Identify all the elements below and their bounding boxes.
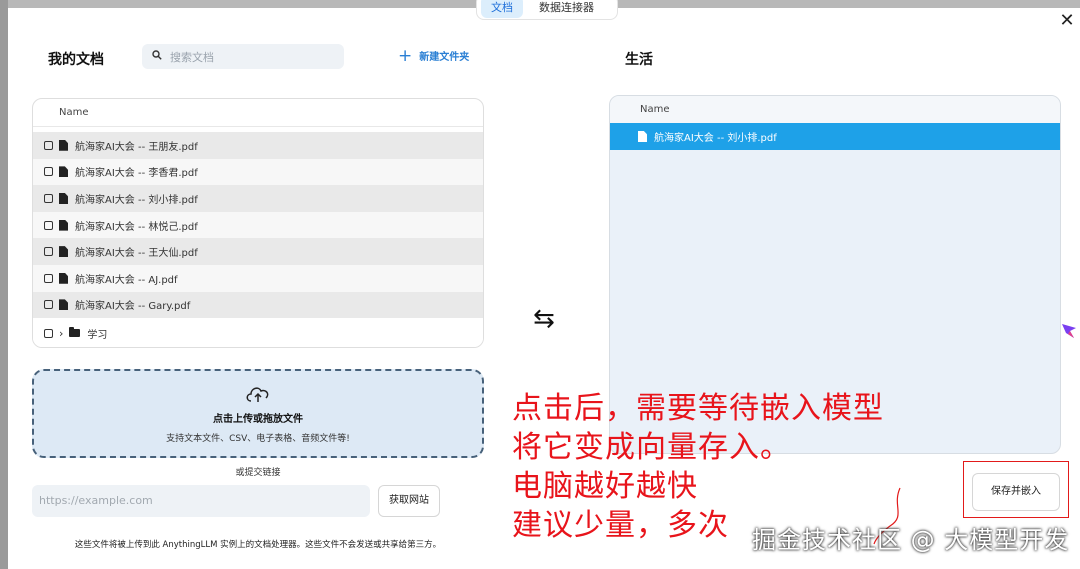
file-row[interactable]: 航海家AI大会 -- 林悦己.pdf xyxy=(33,211,483,239)
folder-icon xyxy=(69,327,81,338)
search-placeholder: 搜索文档 xyxy=(170,50,214,64)
row-checkbox[interactable] xyxy=(44,328,53,338)
search-icon xyxy=(152,50,162,63)
upload-subtitle: 支持文本文件、CSV、电子表格、音频文件等! xyxy=(166,434,350,444)
row-checkbox[interactable] xyxy=(44,300,53,310)
search-input[interactable]: 搜索文档 xyxy=(142,44,344,69)
plus-icon: + xyxy=(398,45,413,66)
url-input[interactable]: https://example.com xyxy=(32,485,370,517)
file-icon xyxy=(59,219,68,231)
file-row[interactable]: 航海家AI大会 -- AJ.pdf xyxy=(33,264,483,292)
my-documents-title: 我的文档 xyxy=(48,52,104,68)
watermark: 掘金技术社区 @ 大模型开发 xyxy=(752,526,1070,554)
file-row[interactable]: 航海家AI大会 -- 刘小排.pdf xyxy=(33,185,483,212)
file-icon xyxy=(59,139,68,151)
cloud-upload-icon xyxy=(244,384,272,404)
extension-logo-icon xyxy=(1062,324,1076,338)
annotation-line: 点击后，需要等待嵌入模型 xyxy=(512,391,884,426)
close-icon[interactable]: ✕ xyxy=(1058,12,1076,30)
tab-data-connectors[interactable]: 数据连接器 xyxy=(529,0,604,18)
swap-arrows-icon: ⇆ xyxy=(533,304,555,334)
row-checkbox[interactable] xyxy=(44,220,53,230)
file-row[interactable]: 航海家AI大会 -- 李香君.pdf xyxy=(33,158,483,186)
file-name: 航海家AI大会 -- 林悦己.pdf xyxy=(75,221,198,233)
annotation-line: 将它变成向量存入。 xyxy=(512,430,791,465)
save-and-embed-button[interactable]: 保存并嵌入 xyxy=(972,473,1060,511)
folder-name: 学习 xyxy=(87,329,108,341)
document-list-panel: Name 航海家AI大会 -- 王朋友.pdf 航海家AI大会 -- 李香君.p… xyxy=(32,98,484,348)
upload-title: 点击上传或拖放文件 xyxy=(213,414,303,425)
file-icon xyxy=(59,272,68,284)
file-icon xyxy=(59,192,68,204)
new-folder-label: 新建文件夹 xyxy=(419,52,470,63)
folder-row[interactable]: › 学习 xyxy=(33,318,483,347)
file-name: 航海家AI大会 -- 刘小排.pdf xyxy=(75,194,198,206)
row-checkbox[interactable] xyxy=(44,273,53,283)
file-name: 航海家AI大会 -- 刘小排.pdf xyxy=(654,133,777,144)
tab-documents[interactable]: 文档 xyxy=(481,0,523,18)
modal-backdrop-left xyxy=(0,0,8,569)
file-icon xyxy=(59,299,68,311)
file-row[interactable]: 航海家AI大会 -- 王大仙.pdf xyxy=(33,238,483,265)
upload-dropzone[interactable]: 点击上传或拖放文件 支持文本文件、CSV、电子表格、音频文件等! xyxy=(32,369,484,458)
row-checkbox[interactable] xyxy=(44,247,53,257)
file-name: 航海家AI大会 -- 王朋友.pdf xyxy=(75,141,198,153)
or-submit-link-label: 或提交链接 xyxy=(235,468,281,478)
fetch-website-button[interactable]: 获取网站 xyxy=(378,485,440,517)
column-header-name: Name xyxy=(33,99,483,127)
file-icon xyxy=(59,166,68,178)
file-row[interactable]: 航海家AI大会 -- 王朋友.pdf xyxy=(33,132,483,159)
file-name: 航海家AI大会 -- 王大仙.pdf xyxy=(75,248,198,260)
file-name: 航海家AI大会 -- Gary.pdf xyxy=(75,301,191,313)
annotation-line: 电脑越好越快 xyxy=(512,469,698,504)
row-checkbox[interactable] xyxy=(44,193,53,203)
tab-bar: 文档 数据连接器 xyxy=(476,0,618,20)
chevron-right-icon[interactable]: › xyxy=(59,327,63,340)
file-name: 航海家AI大会 -- 李香君.pdf xyxy=(75,168,198,180)
workspace-file-row[interactable]: 航海家AI大会 -- 刘小排.pdf xyxy=(610,123,1060,150)
upload-disclaimer: 这些文件将被上传到此 AnythingLLM 实例上的文档处理器。这些文件不会发… xyxy=(74,540,442,550)
file-icon xyxy=(638,131,647,142)
row-checkbox[interactable] xyxy=(44,167,53,177)
column-header-name: Name xyxy=(610,96,1060,123)
file-icon xyxy=(59,246,68,258)
new-folder-button[interactable]: + 新建文件夹 xyxy=(398,45,470,66)
workspace-title: 生活 xyxy=(625,52,653,68)
row-checkbox[interactable] xyxy=(44,140,53,150)
file-name: 航海家AI大会 -- AJ.pdf xyxy=(75,274,178,286)
file-row[interactable]: 航海家AI大会 -- Gary.pdf xyxy=(33,291,483,319)
